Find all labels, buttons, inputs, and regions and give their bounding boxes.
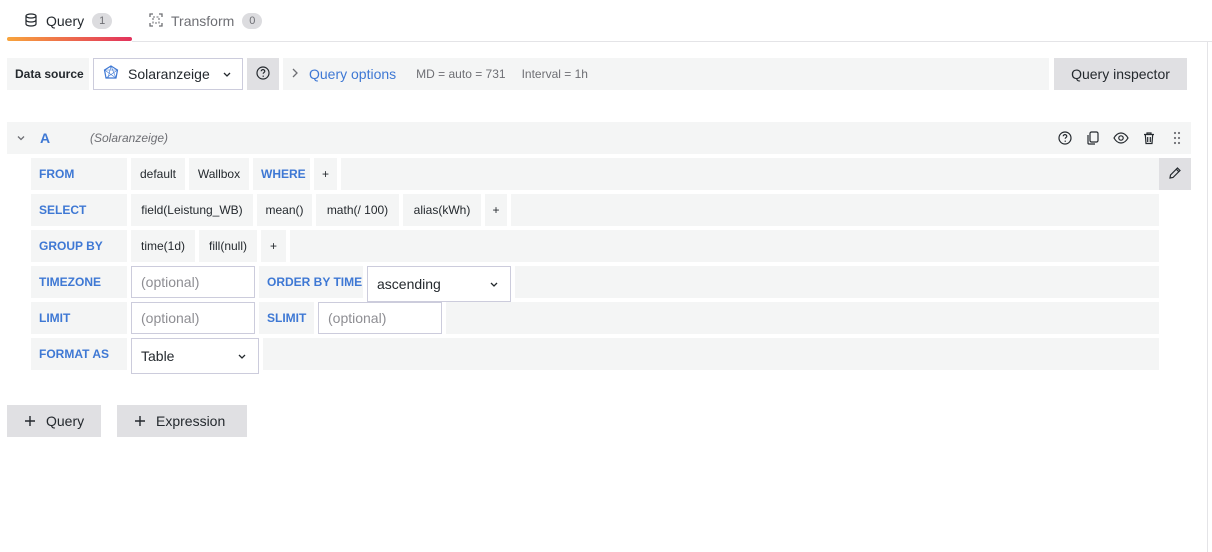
format-row-filler: [263, 338, 1159, 370]
collapse-chevron-icon[interactable]: [15, 132, 27, 147]
plus-icon: [24, 412, 36, 430]
retention-policy-segment[interactable]: default: [131, 158, 185, 190]
format-as-select[interactable]: Table: [131, 338, 259, 374]
order-by-time-select[interactable]: ascending: [367, 266, 511, 302]
panel-border: [1207, 41, 1208, 552]
query-options-toggle[interactable]: Query options: [309, 66, 396, 82]
query-inspector-button[interactable]: Query inspector: [1054, 58, 1187, 90]
active-tab-indicator: [7, 37, 132, 41]
timezone-row-filler: [515, 266, 1159, 298]
timezone-row: TIMEZONE (optional) ORDER BY TIME ascend…: [31, 266, 1159, 302]
measurement-segment[interactable]: Wallbox: [189, 158, 249, 190]
plus-icon: [134, 412, 146, 430]
transform-icon: [149, 12, 163, 30]
tab-query-count: 1: [92, 13, 113, 29]
group-by-row: GROUP BY time(1d) fill(null) +: [31, 230, 1159, 262]
max-datapoints-info: MD = auto = 731: [416, 67, 506, 81]
limit-row-filler: [446, 302, 1159, 334]
order-by-time-keyword: ORDER BY TIME: [259, 266, 363, 298]
chevron-down-icon: [221, 66, 233, 85]
format-row: FORMAT AS Table: [31, 338, 1159, 374]
trash-icon[interactable]: [1135, 122, 1163, 154]
datasource-picker[interactable]: Solaranzeige: [93, 58, 243, 90]
format-as-value: Table: [141, 348, 175, 364]
math-segment[interactable]: math(/ 100): [316, 194, 399, 226]
tab-transform[interactable]: Transform 0: [149, 0, 263, 42]
chevron-right-icon: [291, 67, 299, 82]
eye-icon[interactable]: [1107, 122, 1135, 154]
chevron-down-icon: [488, 277, 500, 294]
from-row-filler: [341, 158, 1159, 190]
add-expression-label: Expression: [156, 413, 226, 429]
limit-row: LIMIT (optional) SLIMIT (optional): [31, 302, 1159, 334]
add-query-button[interactable]: Query: [7, 405, 101, 437]
tab-query-label: Query: [46, 13, 85, 29]
limit-keyword: LIMIT: [31, 302, 127, 334]
edit-raw-query-button[interactable]: [1159, 158, 1191, 190]
from-keyword: FROM: [31, 158, 127, 190]
group-by-row-filler: [290, 230, 1159, 262]
tab-transform-label: Transform: [171, 13, 235, 29]
editor-tabs: Query 1 Transform 0: [0, 0, 1212, 42]
mean-segment[interactable]: mean(): [257, 194, 312, 226]
query-options-bar[interactable]: Query options MD = auto = 731 Interval =…: [283, 58, 1049, 90]
format-as-keyword: FORMAT AS: [31, 338, 127, 370]
select-row-filler: [511, 194, 1159, 226]
fill-segment[interactable]: fill(null): [199, 230, 257, 262]
group-by-keyword: GROUP BY: [31, 230, 127, 262]
where-keyword: WHERE: [253, 158, 310, 190]
datasource-name: Solaranzeige: [128, 66, 210, 82]
from-row: FROM default Wallbox WHERE +: [31, 158, 1159, 190]
add-query-label: Query: [46, 413, 85, 429]
field-segment[interactable]: field(Leistung_WB): [131, 194, 253, 226]
add-select-button[interactable]: +: [485, 194, 507, 226]
tab-transform-count: 0: [242, 13, 263, 29]
time-segment[interactable]: time(1d): [131, 230, 195, 262]
select-row: SELECT field(Leistung_WB) mean() math(/ …: [31, 194, 1159, 226]
slimit-input[interactable]: (optional): [318, 302, 442, 334]
alias-segment[interactable]: alias(kWh): [403, 194, 481, 226]
query-actions: [1051, 122, 1191, 154]
timezone-keyword: TIMEZONE: [31, 266, 127, 298]
query-help-icon[interactable]: [1051, 122, 1079, 154]
order-by-time-value: ascending: [377, 276, 441, 292]
question-circle-icon: [256, 65, 270, 83]
add-where-button[interactable]: +: [314, 158, 337, 190]
database-icon: [24, 12, 38, 30]
pencil-icon: [1168, 166, 1182, 183]
datasource-label: Data source: [7, 58, 89, 90]
timezone-input[interactable]: (optional): [131, 266, 255, 298]
add-group-by-button[interactable]: +: [261, 230, 286, 262]
query-ref-id[interactable]: A: [40, 130, 50, 146]
datasource-help-button[interactable]: [247, 58, 279, 90]
limit-input[interactable]: (optional): [131, 302, 255, 334]
query-row-header: A (Solaranzeige): [7, 122, 1191, 154]
query-datasource-name: (Solaranzeige): [90, 131, 169, 145]
drag-handle-icon[interactable]: [1163, 122, 1191, 154]
influxdb-icon: [103, 64, 119, 84]
duplicate-query-icon[interactable]: [1079, 122, 1107, 154]
chevron-down-icon: [236, 349, 248, 366]
add-expression-button[interactable]: Expression: [117, 405, 247, 437]
datasource-row: Data source Solaranzeige Query options M…: [7, 58, 1187, 90]
select-keyword: SELECT: [31, 194, 127, 226]
interval-info: Interval = 1h: [521, 67, 588, 81]
tab-query[interactable]: Query 1: [7, 0, 132, 42]
tabs-divider: [132, 41, 1212, 42]
slimit-keyword: SLIMIT: [259, 302, 314, 334]
